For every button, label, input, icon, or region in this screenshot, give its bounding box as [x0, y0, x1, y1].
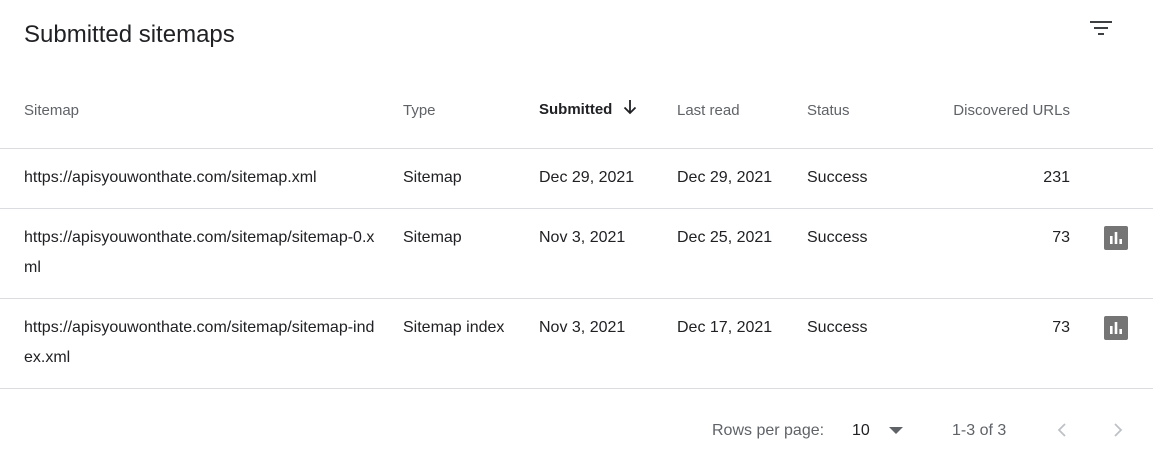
- status-cell: Success: [807, 298, 907, 389]
- last-read-cell: Dec 29, 2021: [677, 148, 807, 209]
- table-row[interactable]: https://apisyouwonthate.com/sitemap/site…: [0, 298, 1153, 389]
- sitemaps-table: Sitemap Type Submitted Last read Status …: [0, 72, 1153, 389]
- actions-cell: [1070, 208, 1153, 299]
- discovered-urls-cell: 231: [907, 148, 1070, 209]
- type-cell: Sitemap index: [403, 298, 539, 389]
- bar-chart-icon[interactable]: [1104, 316, 1128, 340]
- rows-per-page-label: Rows per page:: [712, 422, 825, 439]
- discovered-urls-cell: 73: [907, 298, 1070, 389]
- column-header-submitted[interactable]: Submitted: [539, 72, 677, 149]
- column-header-actions: [1070, 72, 1153, 149]
- type-cell: Sitemap: [403, 208, 539, 299]
- submitted-cell: Nov 3, 2021: [539, 298, 677, 389]
- last-read-cell: Dec 25, 2021: [677, 208, 807, 299]
- chevron-right-icon[interactable]: [1110, 412, 1126, 450]
- caret-down-icon[interactable]: [888, 412, 904, 450]
- column-header-type[interactable]: Type: [403, 72, 539, 149]
- status-cell: Success: [807, 148, 907, 209]
- submitted-cell: Nov 3, 2021: [539, 208, 677, 299]
- type-cell: Sitemap: [403, 148, 539, 209]
- discovered-urls-cell: 73: [907, 208, 1070, 299]
- actions-cell: [1070, 298, 1153, 389]
- table-header-row: Sitemap Type Submitted Last read Status …: [0, 72, 1153, 149]
- table-row[interactable]: https://apisyouwonthate.com/sitemap.xml …: [0, 148, 1153, 209]
- sitemap-url-cell: https://apisyouwonthate.com/sitemap/site…: [0, 208, 403, 299]
- rows-per-page-select[interactable]: 10: [852, 412, 870, 450]
- bar-chart-icon[interactable]: [1104, 226, 1128, 250]
- chevron-left-icon[interactable]: [1054, 412, 1070, 450]
- page-title: Submitted sitemaps: [24, 21, 235, 48]
- table-row[interactable]: https://apisyouwonthate.com/sitemap/site…: [0, 208, 1153, 299]
- submitted-cell: Dec 29, 2021: [539, 148, 677, 209]
- filter-icon: [1089, 17, 1113, 46]
- sitemap-url-cell: https://apisyouwonthate.com/sitemap.xml: [0, 148, 403, 209]
- sitemap-url-cell: https://apisyouwonthate.com/sitemap/site…: [0, 298, 403, 389]
- status-cell: Success: [807, 208, 907, 299]
- column-header-status[interactable]: Status: [807, 72, 907, 149]
- column-header-discovered-urls[interactable]: Discovered URLs: [907, 72, 1070, 149]
- filter-button[interactable]: [1084, 14, 1118, 48]
- actions-cell: [1070, 148, 1153, 209]
- pagination-range: 1-3 of 3: [952, 422, 1007, 439]
- column-header-last-read[interactable]: Last read: [677, 72, 807, 149]
- column-header-sitemap[interactable]: Sitemap: [0, 72, 403, 149]
- arrow-down-icon: [622, 99, 638, 119]
- last-read-cell: Dec 17, 2021: [677, 298, 807, 389]
